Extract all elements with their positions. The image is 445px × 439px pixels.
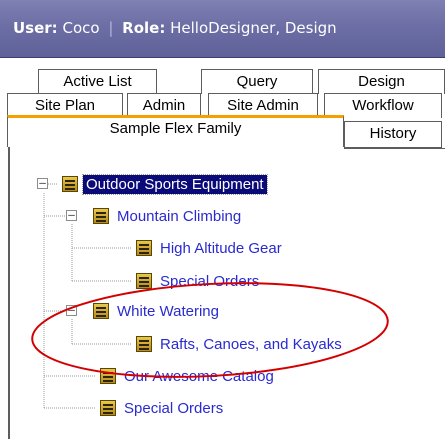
- tree-node-white-watering[interactable]: White Watering: [93, 300, 222, 322]
- tree-node-label: White Watering: [117, 302, 219, 320]
- folder-list-icon: [62, 176, 78, 192]
- tree-node-label: Mountain Climbing: [117, 207, 242, 225]
- tree-node-label: Rafts, Canoes, and Kayaks: [160, 335, 342, 353]
- tree-node-label: Outdoor Sports Equipment: [82, 173, 268, 195]
- tree-node-our-awesome-catalog[interactable]: Our Awesome Catalog: [100, 365, 277, 387]
- tree-node-outdoor-sports[interactable]: Outdoor Sports Equipment: [62, 173, 268, 195]
- tree-node-special-orders-child[interactable]: Special Orders: [136, 270, 262, 292]
- tree-node-rafts-canoes-kayaks[interactable]: Rafts, Canoes, and Kayaks: [136, 333, 345, 355]
- folder-list-icon: [93, 208, 109, 224]
- tree-node-mountain-climbing[interactable]: Mountain Climbing: [93, 205, 244, 227]
- tab-sample-flex-family[interactable]: Sample Flex Family: [7, 115, 344, 147]
- folder-list-icon: [136, 240, 152, 256]
- folder-list-icon: [100, 368, 116, 384]
- folder-list-icon: [136, 336, 152, 352]
- tree-node-label: High Altitude Gear: [160, 239, 282, 257]
- collapse-toggle-root[interactable]: –: [37, 177, 48, 189]
- tree-node-label: Special Orders: [160, 272, 260, 290]
- tree-node-high-altitude-gear[interactable]: High Altitude Gear: [136, 237, 285, 259]
- tree-node-label: Special Orders: [124, 399, 224, 417]
- tree-node-label: Our Awesome Catalog: [124, 367, 274, 385]
- collapse-toggle-white-watering[interactable]: –: [66, 304, 77, 316]
- collapse-toggle-mountain[interactable]: –: [66, 209, 77, 221]
- folder-list-icon: [100, 400, 116, 416]
- folder-list-icon: [136, 273, 152, 289]
- tree-node-special-orders[interactable]: Special Orders: [100, 397, 226, 419]
- folder-list-icon: [93, 303, 109, 319]
